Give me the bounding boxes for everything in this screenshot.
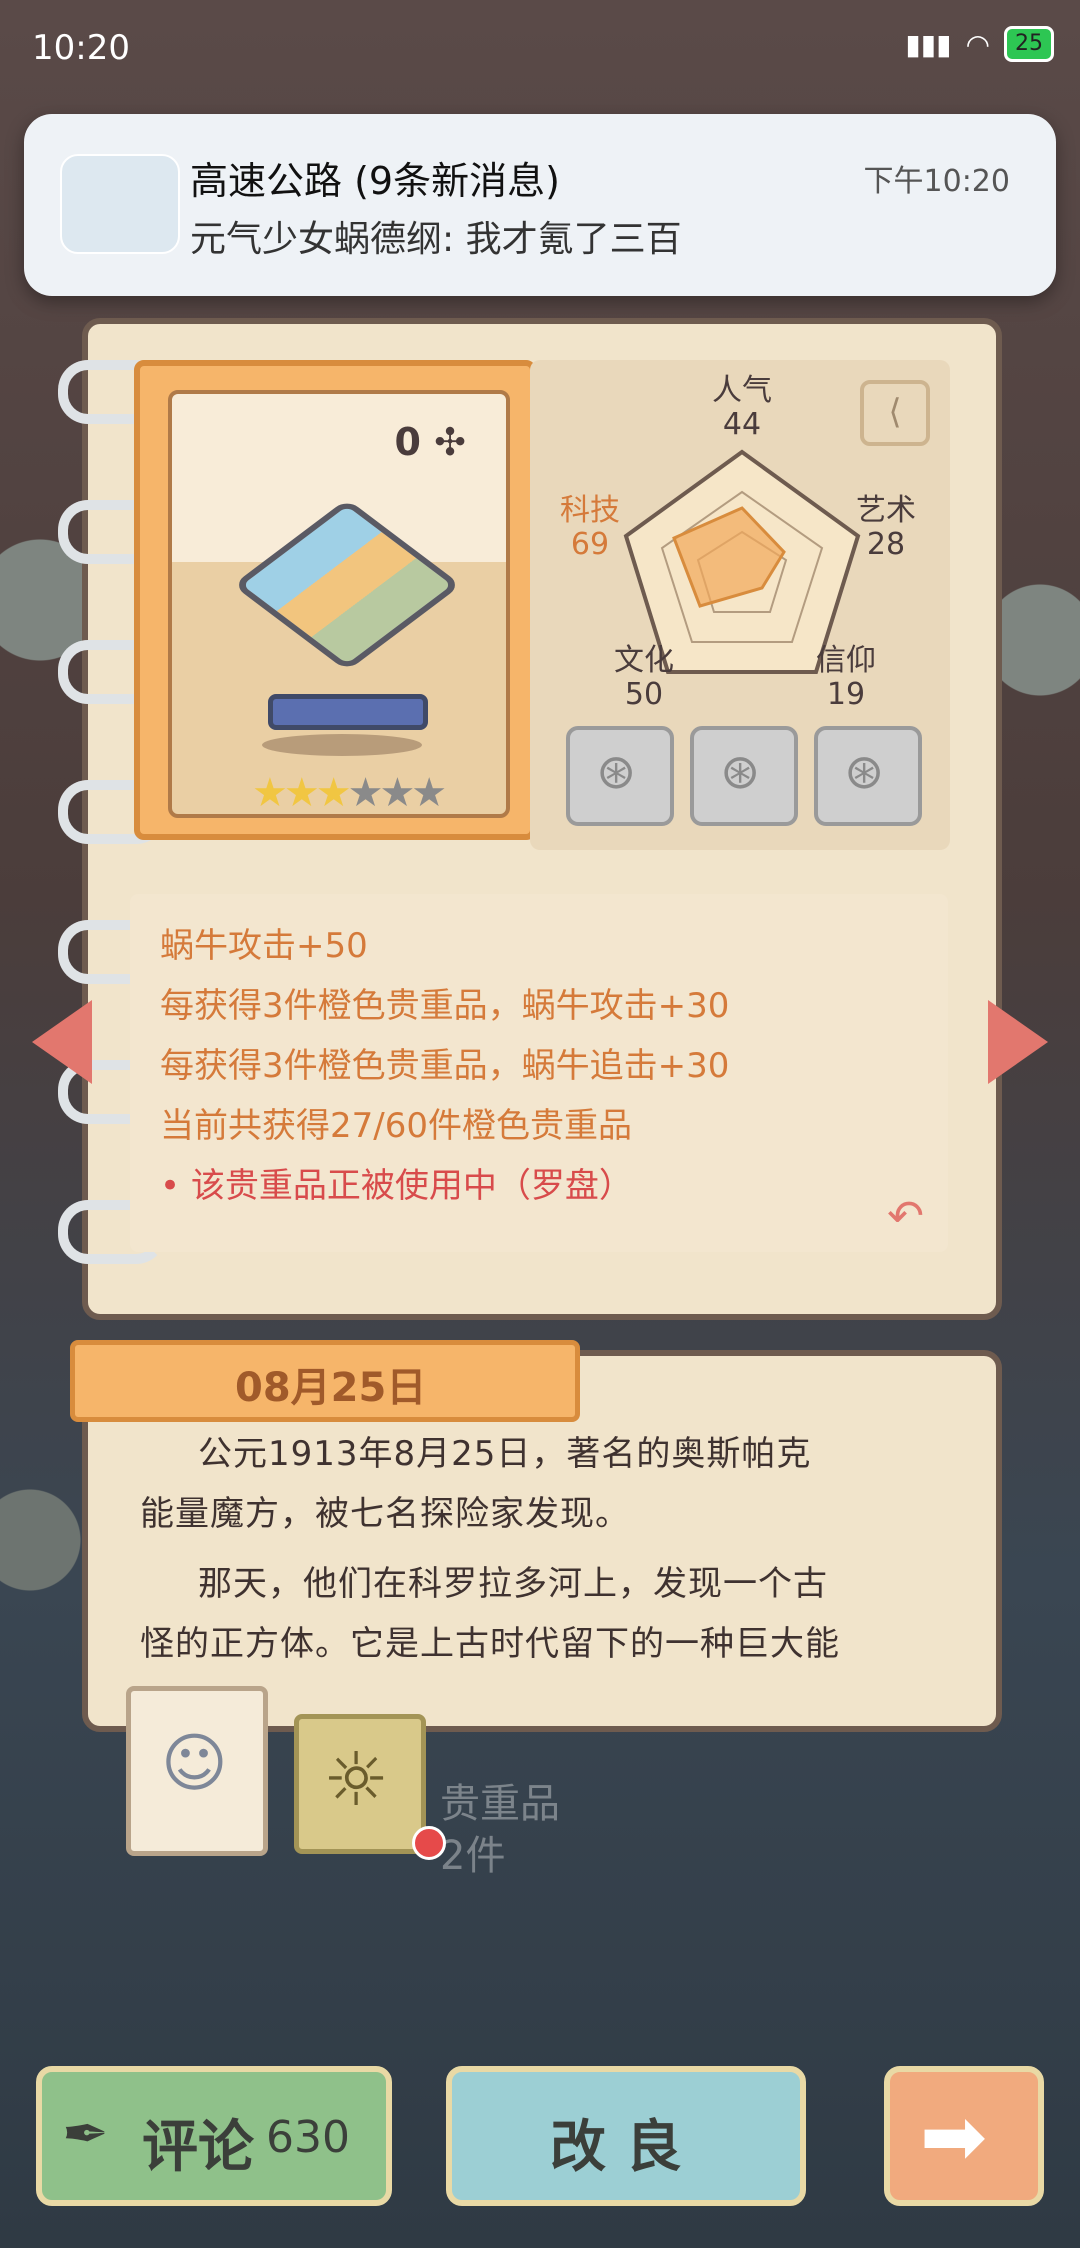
signal-icon: ▮▮▮ xyxy=(905,27,952,61)
app-icon xyxy=(60,154,180,254)
effect-line: 每获得3件橙色贵重品，蜗牛追击+30 xyxy=(160,1046,730,1086)
stat-technology: 科技 69 xyxy=(560,493,620,562)
compass-slot[interactable] xyxy=(566,726,674,826)
notification-title: 高速公路 (9条新消息) xyxy=(190,159,560,203)
effect-line: 蜗牛攻击+50 xyxy=(160,926,368,966)
effect-line: 当前共获得27/60件橙色贵重品 xyxy=(160,1106,632,1146)
next-button[interactable]: ➡ xyxy=(884,2066,1044,2206)
item-count: 0 ✣ xyxy=(394,420,466,464)
stat-art: 艺术 28 xyxy=(856,493,916,562)
wifi-icon: ◠ xyxy=(965,27,990,61)
date-banner: 08月25日 xyxy=(70,1340,580,1422)
item-shadow xyxy=(262,734,422,756)
status-time: 10:20 xyxy=(32,28,130,68)
comment-label: 评论 xyxy=(142,2115,254,2180)
effect-line: 每获得3件橙色贵重品，蜗牛攻击+30 xyxy=(160,986,730,1026)
story-line: 怪的正方体。它是上古时代留下的一种巨大能 xyxy=(140,1624,840,1664)
improve-label: 改 良 xyxy=(550,2115,682,2180)
undo-arrow-icon[interactable]: ↶ xyxy=(887,1191,924,1242)
notification-time: 下午10:20 xyxy=(863,164,1010,199)
notification-banner[interactable]: 高速公路 (9条新消息) 元气少女蜗德纲: 我才氪了三百 下午10:20 xyxy=(24,114,1056,296)
in-use-warning: • 该贵重品正被使用中（罗盘） xyxy=(160,1166,633,1206)
battery-icon: 25 xyxy=(1004,26,1054,62)
stat-popularity: 人气 44 xyxy=(712,373,772,442)
character-tab[interactable] xyxy=(126,1686,268,1856)
comment-button[interactable]: ✒ 评论 630 xyxy=(36,2066,392,2206)
sun-tab[interactable] xyxy=(294,1714,426,1854)
comment-count: 630 xyxy=(266,2112,350,2163)
star-icon: ★ xyxy=(379,770,415,816)
stat-culture: 文化 50 xyxy=(614,643,674,712)
effects-panel: 蜗牛攻击+50 每获得3件橙色贵重品，蜗牛攻击+30 每获得3件橙色贵重品，蜗牛… xyxy=(130,894,948,1252)
star-icon: ★ xyxy=(347,770,384,816)
story-line: 那天，他们在科罗拉多河上，发现一个古 xyxy=(198,1564,828,1604)
story-line: 公元1913年8月25日，著名的奥斯帕克 xyxy=(198,1434,812,1474)
improve-button[interactable]: 改 良 xyxy=(446,2066,806,2206)
energy-cube-image xyxy=(232,498,462,672)
status-bar: 10:20 ▮▮▮ ◠ 25 xyxy=(0,0,1080,100)
prev-item-arrow[interactable] xyxy=(32,1000,92,1084)
cube-pedestal xyxy=(268,694,428,730)
item-card[interactable]: 0 ✣ ★★★★★★ xyxy=(134,360,536,840)
compass-slot[interactable] xyxy=(690,726,798,826)
star-icon: ★ xyxy=(315,770,352,816)
background-label: 贵重品 2件 xyxy=(440,1781,560,1879)
status-icons: ▮▮▮ ◠ 25 xyxy=(905,26,1054,62)
story-date: 08月25日 xyxy=(235,1365,427,1411)
story-line: 能量魔方，被七名探险家发现。 xyxy=(140,1494,630,1534)
quill-icon: ✒ xyxy=(62,2102,109,2167)
star-rating: ★★★★★★ xyxy=(252,770,447,816)
compass-slot[interactable] xyxy=(814,726,922,826)
star-icon: ★ xyxy=(252,770,288,816)
next-item-arrow[interactable] xyxy=(988,1000,1048,1084)
stats-panel: ⟨ 人气 44 科技 69 艺术 28 文化 50 信仰 19 xyxy=(530,360,950,850)
item-image-frame: 0 ✣ ★★★★★★ xyxy=(168,390,510,818)
star-icon: ★ xyxy=(411,770,447,816)
stat-faith: 信仰 19 xyxy=(816,643,876,712)
star-icon: ★ xyxy=(283,770,320,816)
right-arrow-icon: ➡ xyxy=(920,2090,988,2183)
notification-body: 元气少女蜗德纲: 我才氪了三百 xyxy=(190,219,682,260)
